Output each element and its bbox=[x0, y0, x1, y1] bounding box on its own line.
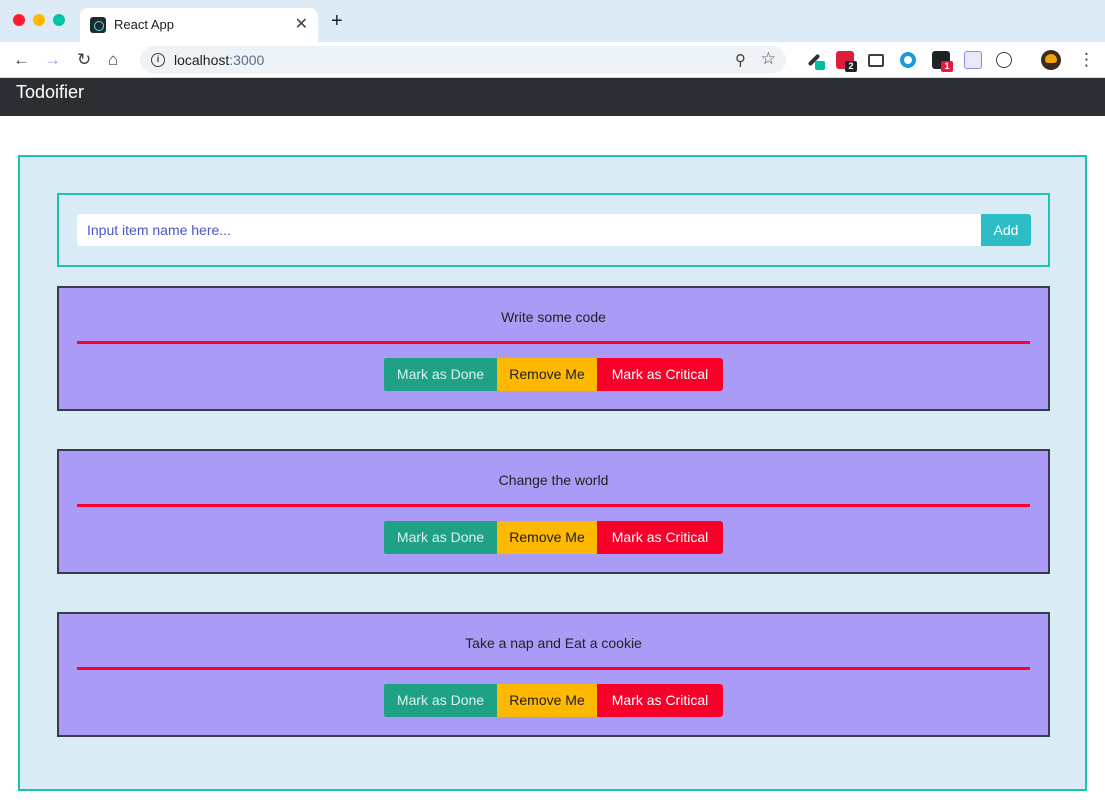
todo-actions: Mark as Done Remove Me Mark as Critical bbox=[384, 521, 723, 554]
todo-item: Write some code Mark as Done Remove Me M… bbox=[57, 286, 1050, 411]
tab-title: React App bbox=[114, 17, 174, 32]
extension-badge-count: 1 bbox=[941, 61, 953, 72]
home-icon[interactable]: ⌂ bbox=[108, 50, 118, 70]
minimize-window-button[interactable] bbox=[33, 14, 45, 26]
extension-red-icon[interactable]: 2 bbox=[836, 51, 857, 72]
todo-item: Change the world Mark as Done Remove Me … bbox=[57, 449, 1050, 574]
browser-menu-icon[interactable]: ⋮ bbox=[1078, 50, 1095, 70]
react-favicon-icon bbox=[90, 17, 106, 33]
todo-actions: Mark as Done Remove Me Mark as Critical bbox=[384, 358, 723, 391]
tab-close-icon[interactable]: ✕ bbox=[295, 14, 308, 34]
reload-icon[interactable]: ↻ bbox=[77, 50, 91, 70]
item-name-input[interactable] bbox=[77, 214, 981, 246]
mark-critical-button[interactable]: Mark as Critical bbox=[597, 521, 723, 554]
todo-divider bbox=[77, 341, 1030, 344]
url-text[interactable]: localhost:3000 bbox=[174, 52, 264, 68]
mark-done-button[interactable]: Mark as Done bbox=[384, 684, 497, 717]
extension-badge-count: 2 bbox=[845, 61, 857, 72]
todo-title: Take a nap and Eat a cookie bbox=[465, 635, 642, 651]
close-window-button[interactable] bbox=[13, 14, 25, 26]
add-button[interactable]: Add bbox=[981, 214, 1031, 246]
mark-done-button[interactable]: Mark as Done bbox=[384, 521, 497, 554]
info-icon[interactable]: i bbox=[151, 53, 165, 67]
todo-container: Add Write some code Mark as Done Remove … bbox=[18, 155, 1087, 791]
new-tab-button[interactable]: + bbox=[331, 11, 343, 31]
todo-title: Write some code bbox=[501, 309, 606, 325]
todo-actions: Mark as Done Remove Me Mark as Critical bbox=[384, 684, 723, 717]
remove-button[interactable]: Remove Me bbox=[497, 358, 597, 391]
forward-arrow-icon[interactable]: → bbox=[44, 50, 61, 70]
mark-done-button[interactable]: Mark as Done bbox=[384, 358, 497, 391]
browser-toolbar: ← → ↻ ⌂ i localhost:3000 ⚲ ☆ 2 1 ⋮ bbox=[0, 42, 1105, 78]
extension-dark-icon[interactable]: 1 bbox=[932, 51, 953, 72]
extension-purple-icon[interactable] bbox=[964, 51, 982, 69]
circle-extension-icon[interactable] bbox=[996, 52, 1012, 68]
url-port: :3000 bbox=[229, 52, 265, 68]
bookmark-star-icon[interactable]: ☆ bbox=[761, 49, 776, 69]
app-brand[interactable]: Todoifier bbox=[16, 82, 84, 103]
todo-item: Take a nap and Eat a cookie Mark as Done… bbox=[57, 612, 1050, 737]
extension-badge bbox=[815, 61, 825, 70]
remove-button[interactable]: Remove Me bbox=[497, 521, 597, 554]
browser-tab-bar: React App ✕ + bbox=[0, 0, 1105, 42]
profile-avatar-icon[interactable] bbox=[1041, 50, 1061, 70]
remove-button[interactable]: Remove Me bbox=[497, 684, 597, 717]
mark-critical-button[interactable]: Mark as Critical bbox=[597, 684, 723, 717]
url-host: localhost bbox=[174, 52, 230, 68]
todo-divider bbox=[77, 667, 1030, 670]
maximize-window-button[interactable] bbox=[53, 14, 65, 26]
new-item-form: Add bbox=[57, 193, 1050, 267]
todo-divider bbox=[77, 504, 1030, 507]
cast-icon[interactable] bbox=[868, 54, 884, 67]
app-navbar: Todoifier bbox=[0, 78, 1105, 116]
back-arrow-icon[interactable]: ← bbox=[13, 50, 30, 70]
zoom-icon[interactable]: ⚲ bbox=[735, 51, 746, 69]
browser-tab[interactable]: React App ✕ bbox=[80, 8, 318, 42]
todo-title: Change the world bbox=[498, 472, 609, 488]
eyedropper-icon[interactable] bbox=[805, 51, 825, 70]
address-bar[interactable]: i localhost:3000 ⚲ ☆ bbox=[140, 46, 786, 74]
zoom-extension-icon[interactable] bbox=[900, 52, 916, 68]
mark-critical-button[interactable]: Mark as Critical bbox=[597, 358, 723, 391]
